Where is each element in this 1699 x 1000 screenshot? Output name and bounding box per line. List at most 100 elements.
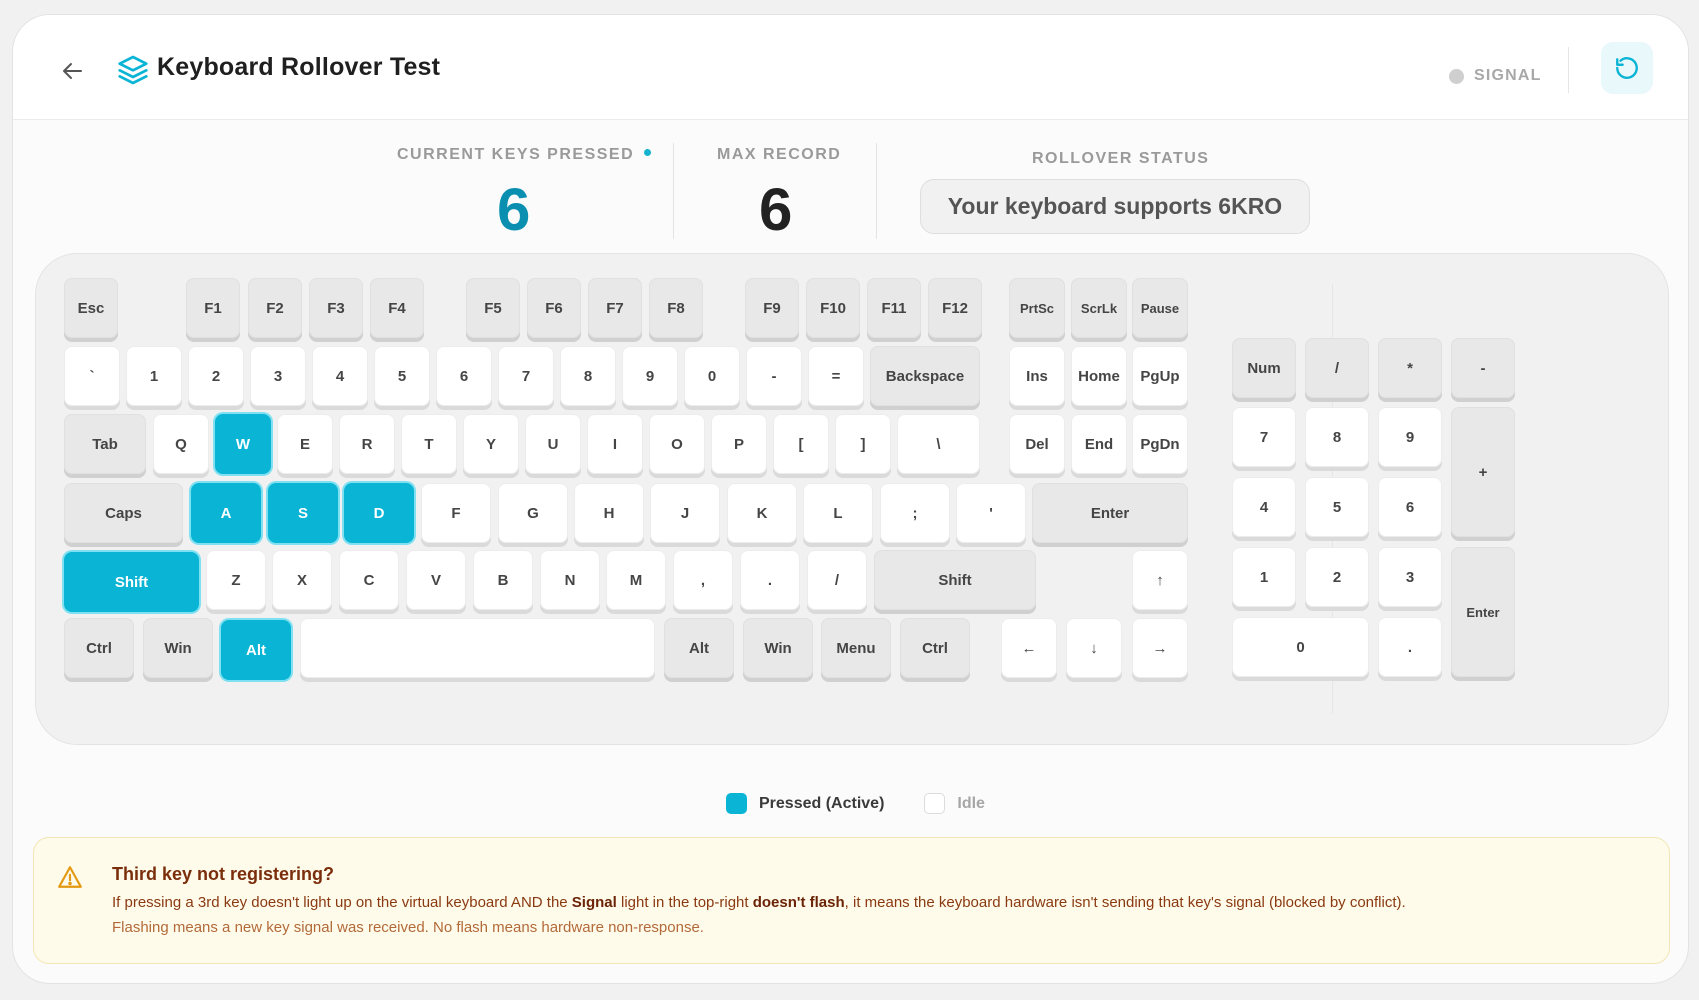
key-x[interactable]: X — [272, 550, 332, 610]
key-5[interactable]: 5 — [374, 346, 430, 406]
key-j[interactable]: J — [650, 483, 720, 543]
key-l[interactable]: L — [803, 483, 873, 543]
key-s[interactable]: S — [268, 483, 338, 543]
key-pgdn[interactable]: PgDn — [1132, 414, 1188, 474]
key-num-divide[interactable]: / — [1305, 338, 1369, 398]
key-shift-left[interactable]: Shift — [64, 552, 199, 612]
key-w[interactable]: W — [215, 414, 271, 474]
key-f1[interactable]: F1 — [186, 278, 240, 338]
key-num-6[interactable]: 6 — [1378, 477, 1442, 537]
key-shift-right[interactable]: Shift — [874, 550, 1036, 610]
key-b[interactable]: B — [473, 550, 533, 610]
key-slash[interactable]: / — [807, 550, 867, 610]
key-f3[interactable]: F3 — [309, 278, 363, 338]
key-num-9[interactable]: 9 — [1378, 407, 1442, 467]
key-f8[interactable]: F8 — [649, 278, 703, 338]
key-num-3[interactable]: 3 — [1378, 547, 1442, 607]
key-equal[interactable]: = — [808, 346, 864, 406]
key-alt-right[interactable]: Alt — [664, 618, 734, 678]
key-3[interactable]: 3 — [250, 346, 306, 406]
key-7[interactable]: 7 — [498, 346, 554, 406]
key-comma[interactable]: , — [673, 550, 733, 610]
key-f9[interactable]: F9 — [745, 278, 799, 338]
key-minus[interactable]: - — [746, 346, 802, 406]
key-num-add[interactable]: + — [1451, 407, 1515, 537]
key-c[interactable]: C — [339, 550, 399, 610]
key-num-decimal[interactable]: . — [1378, 617, 1442, 677]
key-f2[interactable]: F2 — [248, 278, 302, 338]
key-num-7[interactable]: 7 — [1232, 407, 1296, 467]
key-8[interactable]: 8 — [560, 346, 616, 406]
key-num-5[interactable]: 5 — [1305, 477, 1369, 537]
key-z[interactable]: Z — [206, 550, 266, 610]
key-num-subtract[interactable]: - — [1451, 338, 1515, 398]
key-tab[interactable]: Tab — [64, 414, 146, 474]
key-num-1[interactable]: 1 — [1232, 547, 1296, 607]
key-num-0[interactable]: 0 — [1232, 617, 1369, 677]
key-h[interactable]: H — [574, 483, 644, 543]
key-a[interactable]: A — [191, 483, 261, 543]
key-d[interactable]: D — [344, 483, 414, 543]
key-pgup[interactable]: PgUp — [1132, 346, 1188, 406]
key-f11[interactable]: F11 — [867, 278, 921, 338]
key-6[interactable]: 6 — [436, 346, 492, 406]
key-arrow-left[interactable]: ← — [1001, 618, 1057, 678]
key-home[interactable]: Home — [1071, 346, 1127, 406]
key-9[interactable]: 9 — [622, 346, 678, 406]
key-y[interactable]: Y — [463, 414, 519, 474]
key-alt-left[interactable]: Alt — [221, 620, 291, 680]
key-backquote[interactable]: ` — [64, 346, 120, 406]
key-e[interactable]: E — [277, 414, 333, 474]
key-period[interactable]: . — [740, 550, 800, 610]
key-f7[interactable]: F7 — [588, 278, 642, 338]
key-num-multiply[interactable]: * — [1378, 338, 1442, 398]
key-arrow-down[interactable]: ↓ — [1066, 618, 1122, 678]
key-ctrl-left[interactable]: Ctrl — [64, 618, 134, 678]
key-pause[interactable]: Pause — [1132, 278, 1188, 338]
key-f10[interactable]: F10 — [806, 278, 860, 338]
key-menu[interactable]: Menu — [821, 618, 891, 678]
key-1[interactable]: 1 — [126, 346, 182, 406]
key-enter[interactable]: Enter — [1032, 483, 1188, 543]
key-p[interactable]: P — [711, 414, 767, 474]
key-num-enter[interactable]: Enter — [1451, 547, 1515, 677]
key-f[interactable]: F — [421, 483, 491, 543]
key-f12[interactable]: F12 — [928, 278, 982, 338]
key-arrow-right[interactable]: → — [1132, 618, 1188, 678]
key-r[interactable]: R — [339, 414, 395, 474]
key-numlock[interactable]: Num — [1232, 338, 1296, 398]
key-i[interactable]: I — [587, 414, 643, 474]
key-num-4[interactable]: 4 — [1232, 477, 1296, 537]
key-f6[interactable]: F6 — [527, 278, 581, 338]
key-end[interactable]: End — [1071, 414, 1127, 474]
key-g[interactable]: G — [498, 483, 568, 543]
key-caps[interactable]: Caps — [64, 483, 183, 543]
key-n[interactable]: N — [540, 550, 600, 610]
key-t[interactable]: T — [401, 414, 457, 474]
key-bracket-left[interactable]: [ — [773, 414, 829, 474]
key-win-left[interactable]: Win — [143, 618, 213, 678]
key-quote[interactable]: ' — [956, 483, 1026, 543]
key-bracket-right[interactable]: ] — [835, 414, 891, 474]
key-k[interactable]: K — [727, 483, 797, 543]
key-u[interactable]: U — [525, 414, 581, 474]
back-button[interactable] — [53, 51, 93, 91]
key-num-2[interactable]: 2 — [1305, 547, 1369, 607]
key-4[interactable]: 4 — [312, 346, 368, 406]
key-f5[interactable]: F5 — [466, 278, 520, 338]
key-backspace[interactable]: Backspace — [870, 346, 980, 406]
key-q[interactable]: Q — [153, 414, 209, 474]
key-2[interactable]: 2 — [188, 346, 244, 406]
reset-button[interactable] — [1601, 42, 1653, 94]
key-m[interactable]: M — [606, 550, 666, 610]
key-f4[interactable]: F4 — [370, 278, 424, 338]
key-scrlk[interactable]: ScrLk — [1071, 278, 1127, 338]
key-num-8[interactable]: 8 — [1305, 407, 1369, 467]
key-semicolon[interactable]: ; — [880, 483, 950, 543]
key-esc[interactable]: Esc — [64, 278, 118, 338]
key-v[interactable]: V — [406, 550, 466, 610]
key-del[interactable]: Del — [1009, 414, 1065, 474]
key-0[interactable]: 0 — [684, 346, 740, 406]
key-space[interactable] — [300, 618, 655, 678]
key-ins[interactable]: Ins — [1009, 346, 1065, 406]
